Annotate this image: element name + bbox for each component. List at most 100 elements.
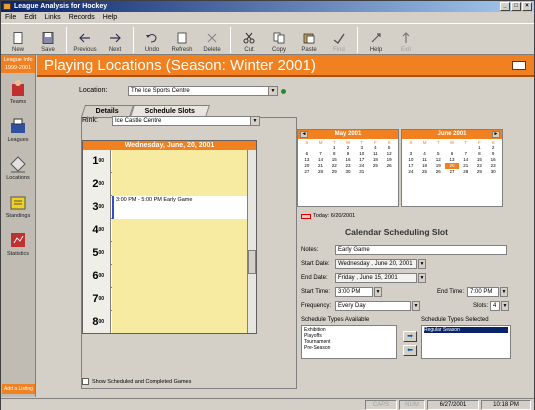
time-slot[interactable] <box>112 219 248 242</box>
previous-icon <box>79 33 90 43</box>
slots-stepper[interactable]: ▼ <box>501 301 509 311</box>
next-button[interactable]: Next <box>100 24 130 55</box>
maximize-button[interactable]: □ <box>511 2 521 11</box>
find-button[interactable]: Find <box>324 24 354 55</box>
today-link[interactable]: Today: 6/20/2001 <box>301 213 355 219</box>
end-time-stepper[interactable]: ▼ <box>500 287 508 297</box>
end-time-input[interactable]: 7:00 PM <box>467 287 499 297</box>
leagues-icon <box>11 118 25 133</box>
add-listing-button[interactable]: Add a Listing <box>2 384 35 394</box>
calendar-day[interactable]: 29 <box>327 169 341 175</box>
frequency-dropdown[interactable]: ▼ <box>412 301 420 311</box>
types-selected-list[interactable]: Regular Season <box>421 325 511 359</box>
help-button[interactable]: Help <box>361 24 391 55</box>
main-panel: Location: The Ice Sports Centre ▼ Detail… <box>37 79 534 397</box>
end-date-dropdown[interactable]: ▼ <box>418 273 426 283</box>
menu-records[interactable]: Records <box>69 12 95 23</box>
end-date-field[interactable]: Friday , June 15, 2001 <box>335 273 417 283</box>
notes-input[interactable]: Early Game <box>335 245 507 255</box>
time-slot[interactable] <box>112 288 248 311</box>
calendar-day[interactable]: 27 <box>300 169 314 175</box>
calendar-day[interactable]: 27 <box>445 169 459 175</box>
page-title: Playing Locations (Season: Winter 2001) <box>44 57 316 74</box>
calendar-day[interactable]: 26 <box>431 169 445 175</box>
delete-icon <box>207 33 217 43</box>
exit-button[interactable]: Exit <box>391 24 421 55</box>
time-slot[interactable] <box>112 150 248 173</box>
calendar-day[interactable]: 25 <box>418 169 432 175</box>
calendar-day[interactable]: 24 <box>404 169 418 175</box>
time-slot[interactable] <box>112 311 248 333</box>
prev-month-button[interactable]: ◄ <box>300 131 308 138</box>
time-slot[interactable] <box>112 242 248 265</box>
show-scheduled-option[interactable]: Show Scheduled and Completed Games <box>82 378 191 385</box>
toolbar: New Save Previous Next Undo Refresh Dele… <box>1 23 534 55</box>
list-item[interactable]: Pre-Season <box>304 345 394 351</box>
start-date-label: Start Date: <box>301 261 330 267</box>
list-item[interactable]: Regular Season <box>424 327 508 333</box>
scheduled-event[interactable]: 3:00 PM - 5:00 PM Early Game <box>114 196 248 204</box>
remove-type-button[interactable]: ⬅ <box>403 345 417 356</box>
frequency-select[interactable]: Every Day <box>335 301 411 311</box>
caps-indicator: CAPS <box>365 400 397 410</box>
delete-button[interactable]: Delete <box>197 24 227 55</box>
hour-row: 300 3:00 PM - 5:00 PM Early Game <box>83 196 256 219</box>
calendar-day[interactable]: 30 <box>341 169 355 175</box>
time-slot[interactable]: 3:00 PM - 5:00 PM Early Game <box>112 196 248 219</box>
refresh-icon <box>177 32 187 44</box>
calendar-day[interactable]: 31 <box>355 169 369 175</box>
types-available-list[interactable]: Exhibition Playoffs Tournament Pre-Season <box>301 325 397 359</box>
chevron-down-icon[interactable]: ▼ <box>250 117 259 125</box>
chevron-down-icon[interactable]: ▼ <box>268 87 277 95</box>
rink-select[interactable]: Ice Castle Centre ▼ <box>112 116 260 126</box>
slots-input[interactable]: 4 <box>490 301 500 311</box>
copy-button[interactable]: Copy <box>264 24 294 55</box>
sidebar-item-locations[interactable]: Locations <box>1 149 35 187</box>
start-time-input[interactable]: 3:00 PM <box>335 287 373 297</box>
start-date-dropdown[interactable]: ▼ <box>418 259 426 269</box>
vertical-scrollbar[interactable] <box>247 150 256 333</box>
refresh-button[interactable]: Refresh <box>167 24 197 55</box>
close-button[interactable]: × <box>522 2 532 11</box>
sidebar-item-statistics[interactable]: Statistics <box>1 225 35 263</box>
sidebar: League Info 1999-2001 Teams Leagues Loca… <box>1 55 36 397</box>
hour-row: 500 <box>83 242 256 265</box>
cut-button[interactable]: Cut <box>234 24 264 55</box>
calendar-day[interactable]: 29 <box>473 169 487 175</box>
paste-button[interactable]: Paste <box>294 24 324 55</box>
minimize-button[interactable]: _ <box>500 2 510 11</box>
next-month-button[interactable]: ► <box>492 131 500 138</box>
calendar-day[interactable]: 30 <box>486 169 500 175</box>
undo-button[interactable]: Undo <box>137 24 167 55</box>
time-slot[interactable] <box>112 173 248 196</box>
statistics-icon <box>11 233 25 247</box>
menu-file[interactable]: File <box>5 12 16 23</box>
menu-help[interactable]: Help <box>103 12 117 23</box>
sidebar-item-teams[interactable]: Teams <box>1 73 35 111</box>
scroll-thumb[interactable] <box>248 250 256 274</box>
menu-edit[interactable]: Edit <box>24 12 36 23</box>
new-button[interactable]: New <box>3 24 33 55</box>
hour-row: 100 <box>83 150 256 173</box>
location-select[interactable]: The Ice Sports Centre ▼ <box>128 86 278 96</box>
location-label: Location: <box>79 87 108 94</box>
calendar-day[interactable]: 28 <box>314 169 328 175</box>
start-time-stepper[interactable]: ▼ <box>374 287 382 297</box>
header-options-button[interactable] <box>512 61 526 70</box>
time-slot[interactable] <box>112 265 248 288</box>
show-scheduled-checkbox[interactable] <box>82 378 89 385</box>
status-time: 10:18 PM <box>481 400 531 410</box>
hour-row: 700 <box>83 288 256 311</box>
sidebar-item-standings[interactable]: Standings <box>1 187 35 225</box>
scheduling-slot-title: Calendar Scheduling Slot <box>345 227 448 237</box>
calendar-june-title: June 2001 <box>437 131 467 137</box>
calendar-day[interactable]: 28 <box>459 169 473 175</box>
locations-icon <box>10 156 26 173</box>
sidebar-item-leagues[interactable]: Leagues <box>1 111 35 149</box>
previous-button[interactable]: Previous <box>70 24 100 55</box>
add-type-button[interactable]: ➡ <box>403 331 417 342</box>
day-header: Wednesday, June, 20, 2001 <box>83 141 256 150</box>
save-button[interactable]: Save <box>33 24 63 55</box>
start-date-field[interactable]: Wednesday , June 20, 2001 <box>335 259 417 269</box>
menu-links[interactable]: Links <box>44 12 60 23</box>
